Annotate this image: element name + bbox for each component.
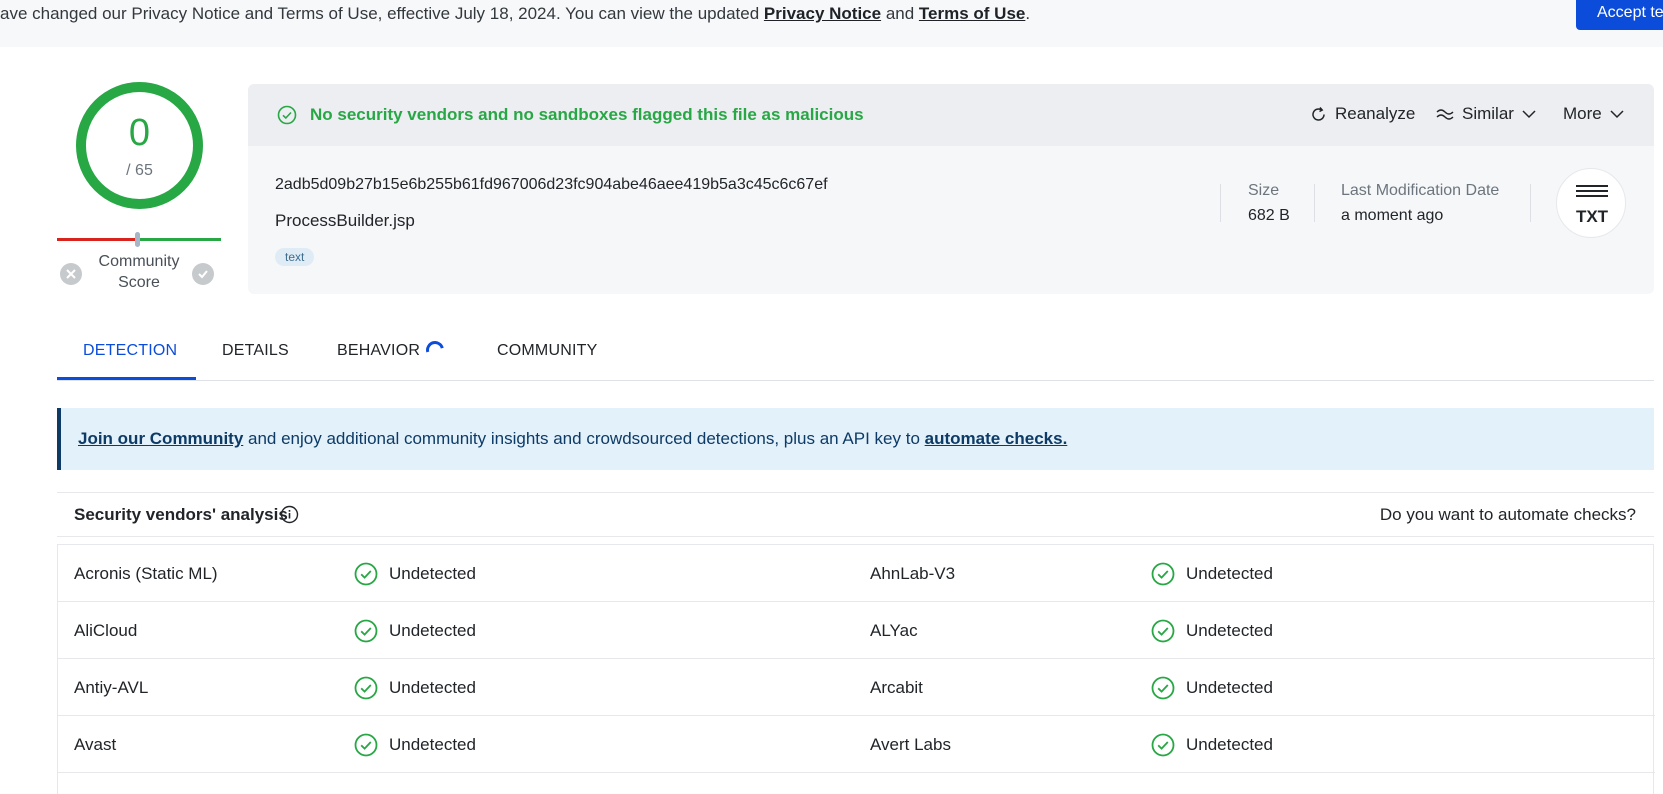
community-score-label: Community Score	[98, 253, 180, 291]
chevron-down-icon	[1610, 110, 1624, 119]
refresh-icon	[1312, 106, 1325, 121]
file-type-icon: TXT	[1556, 168, 1626, 238]
automate-checks-question[interactable]: Do you want to automate checks?	[1380, 505, 1636, 525]
check-circle-icon	[354, 619, 378, 642]
last-modification-value: a moment ago	[1341, 207, 1444, 224]
chevron-down-icon	[1522, 110, 1536, 119]
table-row: Avast Undetected Avert Labs Undetected	[58, 716, 1655, 773]
similar-icon	[1436, 109, 1454, 120]
vote-malicious-icon[interactable]	[60, 263, 82, 285]
check-circle-icon	[1151, 733, 1175, 756]
community-score-marker	[135, 232, 140, 247]
verdict-status: No security vendors and no sandboxes fla…	[310, 105, 864, 124]
check-circle-icon	[354, 676, 378, 699]
check-circle-icon	[354, 562, 378, 585]
vendor-name: Avast	[74, 734, 117, 754]
file-tag[interactable]: text	[275, 248, 315, 266]
loading-spinner-icon	[422, 337, 448, 363]
automate-checks-link[interactable]: automate checks.	[925, 429, 1068, 448]
engine-total: / 65	[126, 162, 153, 179]
last-modification-label: Last Modification Date	[1341, 182, 1500, 199]
reanalyze-button[interactable]: Reanalyze	[1310, 104, 1415, 124]
divider	[1220, 184, 1221, 222]
banner-text: ave changed our Privacy Notice and Terms…	[0, 4, 1031, 23]
vendor-result: Undetected	[1151, 659, 1273, 716]
more-dropdown[interactable]: More	[1563, 104, 1624, 124]
table-row	[58, 773, 1655, 794]
file-name: ProcessBuilder.jsp	[275, 211, 415, 230]
divider	[1530, 184, 1531, 222]
vendors-table: Acronis (Static ML) Undetected AhnLab-V3 Un…	[57, 544, 1655, 794]
check-circle-icon	[1151, 562, 1175, 585]
table-row: Antiy-AVL Undetected Arcabit Undetected	[58, 659, 1655, 716]
vendor-name: Acronis (Static ML)	[74, 563, 218, 583]
vendor-result: Undetected	[354, 716, 476, 773]
join-community-link[interactable]: Join our Community	[78, 429, 243, 448]
privacy-banner: ave changed our Privacy Notice and Terms…	[0, 0, 1663, 47]
check-circle-icon	[354, 733, 378, 756]
tab-community[interactable]: COMMUNITY	[497, 342, 597, 360]
vendor-result: Undetected	[1151, 602, 1273, 659]
vendor-result: Undetected	[1151, 716, 1273, 773]
tab-details[interactable]: DETAILS	[222, 342, 289, 360]
tabs-divider	[57, 380, 1654, 381]
detection-count: 0	[128, 112, 151, 154]
tab-behavior[interactable]: BEHAVIOR	[337, 342, 420, 360]
detection-score-gauge: 0 / 65	[76, 82, 203, 209]
size-label: Size	[1248, 182, 1280, 199]
terms-of-use-link[interactable]: Terms of Use	[919, 4, 1025, 23]
vendor-result: Undetected	[1151, 545, 1273, 602]
vendor-result: Undetected	[354, 602, 476, 659]
table-row: Acronis (Static ML) Undetected AhnLab-V3 Un…	[58, 545, 1655, 602]
divider	[1314, 184, 1315, 222]
check-circle-icon	[1151, 676, 1175, 699]
tab-detection[interactable]: DETECTION	[83, 342, 177, 360]
vendor-name: Avert Labs	[870, 734, 951, 754]
vendor-result: Undetected	[354, 659, 476, 716]
community-score-bar-negative	[57, 238, 137, 241]
vendors-title: Security vendors' analysis	[74, 505, 288, 524]
similar-dropdown[interactable]: Similar	[1436, 104, 1536, 124]
size-value: 682 B	[1248, 207, 1290, 224]
file-hash: 2adb5d09b27b15e6b255b61fd967006d23fc904a…	[275, 176, 828, 193]
vendor-name: AhnLab-V3	[870, 563, 956, 583]
check-circle-icon	[277, 105, 297, 125]
vendor-name: Antiy-AVL	[74, 677, 149, 697]
check-circle-icon	[1151, 619, 1175, 642]
table-row: AliCloud Undetected ALYac Undetected	[58, 602, 1655, 659]
active-tab-indicator	[57, 377, 196, 380]
vendor-result: Undetected	[354, 545, 476, 602]
community-alert-text: Join our Community and enjoy additional …	[78, 429, 1068, 448]
accept-terms-button[interactable]: Accept ter	[1576, 0, 1663, 30]
community-score-bar-positive	[137, 238, 221, 241]
vendor-name: ALYac	[870, 620, 918, 640]
vendor-name: Arcabit	[870, 677, 923, 697]
vote-harmless-icon[interactable]	[192, 263, 214, 285]
privacy-notice-link[interactable]: Privacy Notice	[764, 4, 881, 23]
info-icon[interactable]	[280, 505, 299, 524]
vendor-name: AliCloud	[74, 620, 138, 640]
